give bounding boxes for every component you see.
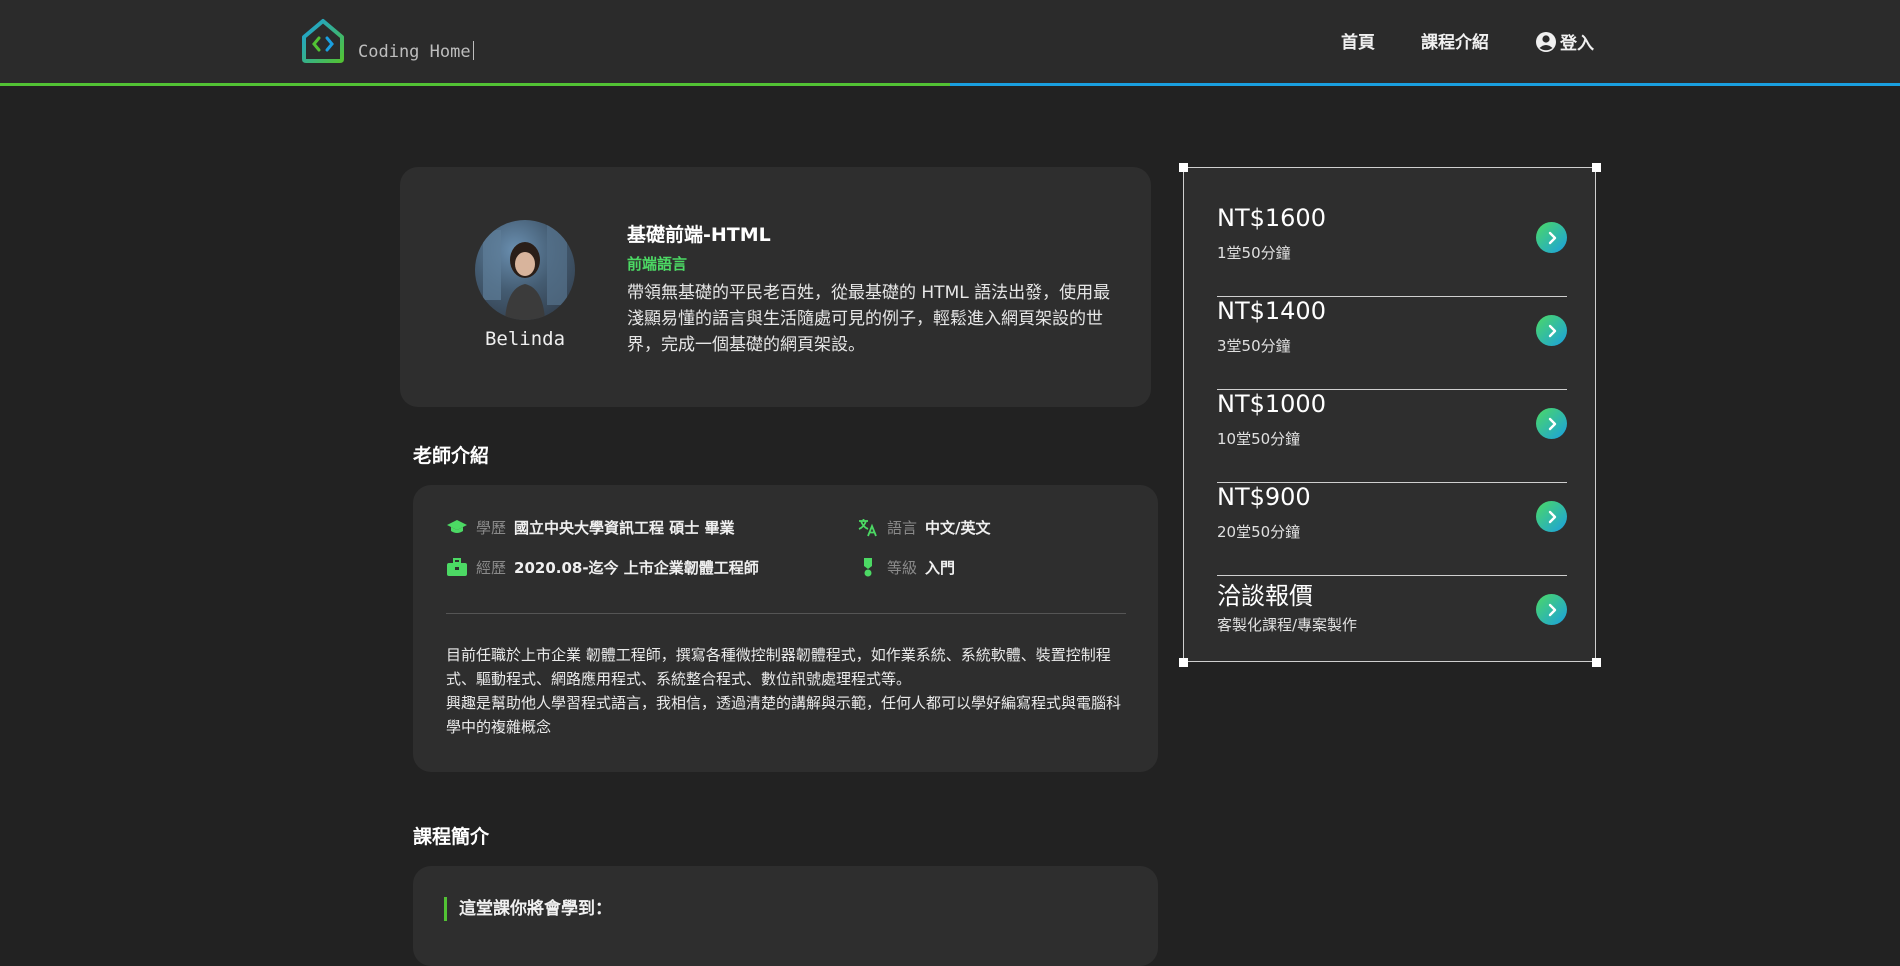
chevron-right-icon[interactable] — [1536, 594, 1567, 625]
intro-subheading: 這堂課你將會學到： — [444, 897, 612, 921]
teacher-bio: 目前任職於上市企業 韌體工程師，撰寫各種微控制器韌體程式，如作業系統、系統軟體、… — [446, 643, 1126, 739]
login-label: 登入 — [1560, 34, 1594, 54]
course-category-tag: 前端語言 — [627, 255, 688, 273]
price-detail: 1堂50分鐘 — [1217, 244, 1291, 262]
price-option[interactable]: NT$900 20堂50分鐘 — [1217, 483, 1567, 576]
language-label: 語言 — [887, 518, 918, 537]
teacher-bio-line: 目前任職於上市企業 韌體工程師，撰寫各種微控制器韌體程式，如作業系統、系統軟體、… — [446, 646, 1111, 688]
education-label: 學歷 — [476, 518, 507, 537]
chevron-right-icon[interactable] — [1536, 315, 1567, 346]
translate-icon — [858, 519, 877, 537]
top-navbar: Coding Home 首頁 課程介紹 登入 — [0, 0, 1900, 86]
level-value: 入門 — [925, 558, 956, 577]
price-option[interactable]: NT$1600 1堂50分鐘 — [1217, 204, 1567, 297]
chevron-right-icon[interactable] — [1536, 222, 1567, 253]
price-amount: 洽談報價 — [1217, 582, 1313, 610]
course-card: Belinda 基礎前端-HTML 前端語言 帶領無基礎的平民老百姓，從最基礎的… — [400, 167, 1151, 407]
info-divider — [446, 613, 1126, 614]
course-intro-card: 這堂課你將會學到： — [413, 866, 1158, 966]
course-title: 基礎前端-HTML — [627, 224, 771, 246]
header-accent-line — [0, 83, 1900, 86]
price-detail: 20堂50分鐘 — [1217, 523, 1301, 541]
brand-name[interactable]: Coding Home — [358, 41, 474, 62]
price-detail: 10堂50分鐘 — [1217, 430, 1301, 448]
intro-section-heading: 課程簡介 — [413, 826, 490, 848]
graduation-cap-icon — [447, 520, 467, 533]
price-amount: NT$1400 — [1217, 297, 1326, 325]
nav-login[interactable]: 登入 — [1535, 29, 1594, 54]
language-value: 中文/英文 — [925, 518, 991, 537]
experience-value: 2020.08-迄今 上市企業韌體工程師 — [514, 558, 759, 577]
chevron-right-icon[interactable] — [1536, 408, 1567, 439]
level-row: 等級 入門 — [857, 556, 955, 578]
language-row: 語言 中文/英文 — [857, 516, 991, 538]
user-circle-icon — [1536, 31, 1556, 52]
experience-label: 經歷 — [476, 558, 507, 577]
resize-handle[interactable] — [1179, 658, 1188, 667]
nav-courses[interactable]: 課程介紹 — [1421, 28, 1489, 53]
education-row: 學歷 國立中央大學資訊工程 碩士 畢業 — [446, 516, 734, 538]
price-detail: 3堂50分鐘 — [1217, 337, 1291, 355]
teacher-avatar — [475, 220, 575, 320]
course-description: 帶領無基礎的平民老百姓，從最基礎的 HTML 語法出發，使用最淺顯易懂的語言與生… — [627, 283, 1111, 355]
price-option[interactable]: NT$1400 3堂50分鐘 — [1217, 297, 1567, 390]
resize-handle[interactable] — [1592, 163, 1601, 172]
pricing-panel: NT$1600 1堂50分鐘 NT$1400 3堂50分鐘 NT$1000 10… — [1183, 167, 1596, 662]
experience-row: 經歷 2020.08-迄今 上市企業韌體工程師 — [446, 556, 759, 578]
price-amount: NT$900 — [1217, 483, 1311, 511]
teacher-info-card: 學歷 國立中央大學資訊工程 碩士 畢業 語言 中文/英文 經歷 2020.08-… — [413, 485, 1158, 772]
price-detail: 客製化課程/專案製作 — [1217, 616, 1358, 634]
resize-handle[interactable] — [1592, 658, 1601, 667]
price-amount: NT$1600 — [1217, 204, 1326, 232]
teacher-section-heading: 老師介紹 — [413, 445, 490, 467]
level-label: 等級 — [887, 558, 918, 577]
teacher-name: Belinda — [484, 328, 566, 350]
chevron-right-icon[interactable] — [1536, 501, 1567, 532]
resize-handle[interactable] — [1179, 163, 1188, 172]
price-option[interactable]: NT$1000 10堂50分鐘 — [1217, 390, 1567, 483]
briefcase-icon — [447, 558, 467, 576]
teacher-bio-line: 興趣是幫助他人學習程式語言，我相信，透過清楚的講解與示範，任何人都可以學好編寫程… — [446, 694, 1122, 736]
nav-home[interactable]: 首頁 — [1341, 28, 1375, 53]
price-amount: NT$1000 — [1217, 390, 1326, 418]
price-option[interactable]: 洽談報價 客製化課程/專案製作 — [1217, 576, 1567, 668]
home-code-logo-icon[interactable] — [300, 18, 346, 64]
education-value: 國立中央大學資訊工程 碩士 畢業 — [514, 518, 735, 537]
award-icon — [864, 558, 872, 577]
